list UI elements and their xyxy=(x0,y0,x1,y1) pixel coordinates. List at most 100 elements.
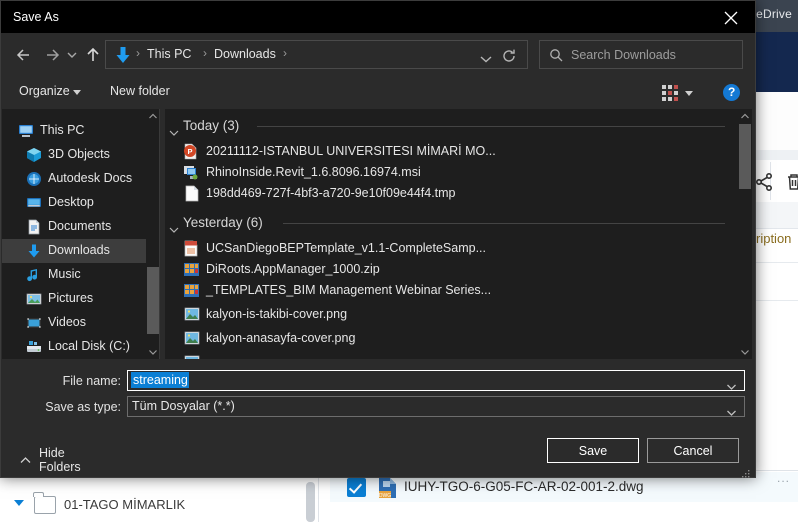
file-list-item[interactable]: RhinoInside.Revit_1.6.8096.16974.msi xyxy=(165,162,725,183)
sidebar-item-label: Videos xyxy=(48,315,86,329)
pictures-icon xyxy=(26,291,42,307)
chevron-down-icon[interactable] xyxy=(726,404,737,422)
sidebar-item-label: This PC xyxy=(40,123,85,137)
file-name: kalyon-is-takibi-cover.png xyxy=(206,307,348,321)
organize-button[interactable]: Organize xyxy=(19,84,70,98)
refresh-icon[interactable] xyxy=(501,48,517,69)
png-image-icon xyxy=(184,330,201,347)
new-folder-button[interactable]: New folder xyxy=(110,84,170,98)
sidebar-item-pictures[interactable]: Pictures xyxy=(2,287,150,311)
sidebar-item-label: 3D Objects xyxy=(48,147,110,161)
chevron-down-icon[interactable] xyxy=(738,345,752,359)
file-group-header[interactable]: Yesterday (6) xyxy=(165,214,725,234)
breadcrumb-separator: › xyxy=(136,46,140,60)
breadcrumb-downloads[interactable]: Downloads xyxy=(214,47,276,61)
chevron-up-icon[interactable] xyxy=(146,109,160,123)
msi-installer-icon xyxy=(183,164,200,181)
breadcrumb-this-pc[interactable]: This PC xyxy=(147,47,191,61)
view-grid-icon[interactable] xyxy=(662,85,678,101)
close-icon[interactable] xyxy=(709,1,755,33)
sidebar-item-autodesk-docs[interactable]: Autodesk Docs xyxy=(2,167,150,191)
music-icon xyxy=(26,267,42,283)
dwg-file-icon: DWG xyxy=(378,477,398,499)
chevron-down-icon[interactable] xyxy=(64,44,80,66)
file-list-item[interactable]: kalyon-is-takibi-cover.png xyxy=(165,304,725,325)
background-file-name: IUHY-TGO-6-G05-FC-AR-02-001-2.dwg xyxy=(404,479,644,494)
file-name-input[interactable]: streaming xyxy=(127,370,745,391)
sidebar-item-documents[interactable]: Documents xyxy=(2,215,150,239)
file-list-scrollbar-thumb[interactable] xyxy=(739,124,751,189)
desktop-icon xyxy=(26,195,42,211)
sidebar-scrollbar-thumb[interactable] xyxy=(147,267,159,334)
chevron-down-icon[interactable] xyxy=(146,345,160,359)
background-overflow-label[interactable]: ... xyxy=(777,471,790,485)
sidebar-item-label: Local Disk (C:) xyxy=(48,339,130,353)
chevron-up-icon[interactable] xyxy=(738,109,752,123)
arrow-left-icon[interactable] xyxy=(13,44,35,66)
chevron-down-icon[interactable] xyxy=(169,124,179,142)
search-icon xyxy=(549,48,563,67)
file-list-item[interactable]: _TEMPLATES_BIM Management Webinar Series… xyxy=(165,280,725,301)
file-name-label: File name: xyxy=(62,374,121,388)
local-disk-icon xyxy=(26,339,42,355)
documents-icon xyxy=(26,219,42,235)
save-as-dialog: Save As › This PC › Downloads › Search D… xyxy=(0,0,756,478)
sidebar-item-3d-objects[interactable]: 3D Objects xyxy=(2,143,150,167)
file-list-item-partial[interactable] xyxy=(165,352,725,359)
arrow-up-icon[interactable] xyxy=(82,44,104,66)
save-button[interactable]: Save xyxy=(547,438,639,463)
caret-down-icon[interactable] xyxy=(685,91,693,96)
dialog-titlebar xyxy=(1,1,755,33)
hide-folders-label: Hide Folders xyxy=(39,446,81,474)
png-image-icon xyxy=(184,354,201,359)
background-scrollbar-thumb[interactable] xyxy=(306,482,315,522)
file-list-item[interactable]: UCSanDiegoBEPTemplate_v1.1-CompleteSamp.… xyxy=(165,238,725,259)
zip-file-icon xyxy=(183,261,200,278)
help-icon[interactable]: ? xyxy=(723,84,740,101)
sidebar-pane: This PC 3D Objects Autodesk Docs Desktop… xyxy=(2,109,150,359)
sidebar-scrollbar[interactable] xyxy=(146,109,160,359)
file-name: RhinoInside.Revit_1.6.8096.16974.msi xyxy=(206,165,421,179)
file-list-scrollbar[interactable] xyxy=(738,109,752,359)
svg-text:P: P xyxy=(187,147,192,156)
file-group-label: Today (3) xyxy=(183,118,240,133)
chevron-down-icon[interactable] xyxy=(726,378,737,396)
resize-grip-icon[interactable] xyxy=(742,465,750,478)
caret-down-icon[interactable] xyxy=(73,90,81,95)
address-bar[interactable]: › This PC › Downloads › xyxy=(105,40,528,69)
background-divider xyxy=(756,300,798,301)
help-label: ? xyxy=(728,85,736,99)
file-list-item[interactable]: 198dd469-727f-4bf3-a720-9e10f09e44f4.tmp xyxy=(165,183,725,204)
chevron-down-icon[interactable] xyxy=(169,221,179,239)
sidebar-item-label: Pictures xyxy=(48,291,94,305)
sidebar-item-this-pc[interactable]: This PC xyxy=(2,119,150,143)
sidebar-item-desktop[interactable]: Desktop xyxy=(2,191,150,215)
search-input[interactable]: Search Downloads xyxy=(539,40,743,69)
videos-icon xyxy=(26,315,42,331)
group-rule xyxy=(257,126,725,127)
arrow-right-icon[interactable] xyxy=(41,44,63,66)
row-checkbox[interactable] xyxy=(347,478,366,497)
sidebar-item-local-disk[interactable]: Local Disk (C:) xyxy=(2,335,150,359)
file-list-item[interactable]: P 20211112-ISTANBUL UNIVERSITESI MİMARİ … xyxy=(165,141,725,162)
caret-down-icon[interactable] xyxy=(14,500,24,506)
sidebar-item-music[interactable]: Music xyxy=(2,263,150,287)
sidebar-item-videos[interactable]: Videos xyxy=(2,311,150,335)
cancel-button[interactable]: Cancel xyxy=(647,438,739,463)
sidebar-item-downloads[interactable]: Downloads xyxy=(2,239,150,263)
sidebar-item-label: Autodesk Docs xyxy=(48,171,133,185)
file-name: kalyon-anasayfa-cover.png xyxy=(206,331,356,345)
trash-icon[interactable] xyxy=(782,170,798,194)
file-group-header[interactable]: Today (3) xyxy=(165,117,725,137)
group-rule xyxy=(283,223,725,224)
background-description-label: ription xyxy=(756,231,792,246)
file-list-item[interactable]: kalyon-anasayfa-cover.png xyxy=(165,328,725,349)
pane-divider[interactable] xyxy=(159,109,160,359)
save-as-type-select[interactable]: Tüm Dosyalar (*.*) xyxy=(127,396,745,417)
zip-file-icon xyxy=(183,282,200,299)
save-as-type-label: Save as type: xyxy=(45,400,121,414)
file-name: DiRoots.AppManager_1000.zip xyxy=(206,262,380,276)
file-list-pane: Today (3) P 20211112-ISTANBUL UNIVERSITE… xyxy=(165,109,742,359)
file-list-item[interactable]: DiRoots.AppManager_1000.zip xyxy=(165,259,725,280)
chevron-down-icon[interactable] xyxy=(479,51,493,69)
